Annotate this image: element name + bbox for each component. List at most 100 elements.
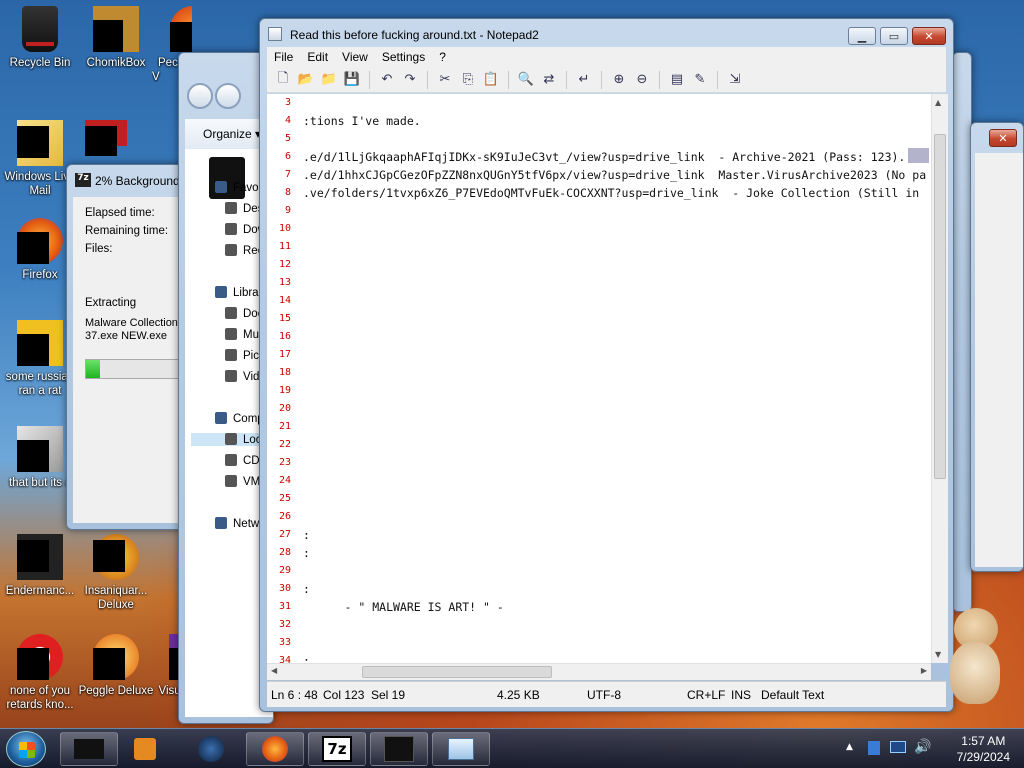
volume-icon[interactable]: 🔊 <box>914 739 931 755</box>
desktop-icon-peggle[interactable]: Peggle Deluxe <box>76 634 156 698</box>
vertical-scrollbar[interactable]: ▲ ▼ <box>931 94 948 663</box>
find-icon[interactable]: 🔍 <box>516 70 536 90</box>
exit-icon[interactable]: ⇲ <box>725 70 745 90</box>
windows-logo-icon <box>19 742 35 758</box>
nav-item[interactable]: Comp <box>215 412 264 425</box>
show-hidden-icons[interactable]: ▲ <box>846 742 853 752</box>
horizontal-scrollbar[interactable]: ◀ ▶ <box>267 663 931 680</box>
scroll-up-icon[interactable]: ▲ <box>935 98 941 107</box>
menu-help[interactable]: ? <box>432 50 453 64</box>
taskbar: 7z ▲ 🔊 1:57 AM 7/29/2024 <box>0 728 1024 768</box>
taskbar-7zip[interactable]: 7z <box>308 732 366 766</box>
taskbar-media-player[interactable] <box>120 732 170 766</box>
menu-settings[interactable]: Settings <box>375 50 432 64</box>
notepad-icon <box>448 738 474 760</box>
notepad2-window[interactable]: Read this before fucking around.txt - No… <box>259 18 954 712</box>
redo-icon[interactable]: ↷ <box>400 70 420 90</box>
scroll-down-icon[interactable]: ▼ <box>935 650 941 659</box>
close-button-right[interactable]: ✕ <box>989 129 1017 147</box>
zoom-in-icon[interactable]: ⊕ <box>609 70 629 90</box>
vertical-scroll-thumb[interactable] <box>934 134 946 479</box>
status-encoding[interactable]: UTF-8 <box>587 688 621 702</box>
line-number: 18 <box>278 367 291 378</box>
background-window-right[interactable] <box>952 52 972 612</box>
nav-group-icon <box>215 286 227 298</box>
line-number: 34 <box>278 655 291 663</box>
cut-icon[interactable]: ✂ <box>435 70 455 90</box>
menu-file[interactable]: File <box>267 50 300 64</box>
browse-icon[interactable]: 📁 <box>319 70 339 90</box>
scroll-left-icon[interactable]: ◀ <box>271 666 277 675</box>
open-folder-icon[interactable]: 📂 <box>296 70 316 90</box>
clock-date: 7/29/2024 <box>956 750 1010 764</box>
clock[interactable]: 1:57 AM 7/29/2024 <box>957 733 1010 765</box>
status-column: Col 123 <box>323 688 365 702</box>
desktop-icon-red-app[interactable] <box>76 120 136 156</box>
status-line-position: Ln 6 : 48 <box>271 688 318 702</box>
background-window-right-2[interactable]: ✕ <box>970 122 1024 572</box>
menu-view[interactable]: View <box>335 50 375 64</box>
document-icon <box>17 534 63 580</box>
files-label: Files: <box>85 243 113 255</box>
ie-icon <box>17 320 63 366</box>
organize-button[interactable]: Organize ▾ <box>203 127 261 141</box>
menu-edit[interactable]: Edit <box>300 50 335 64</box>
editor-area[interactable]: 3 4 5 6 7 8 9 10 11 12 13 14 15 16 17 18 19 20 21 22 23 24 25 2… <box>267 94 931 663</box>
horizontal-scroll-thumb[interactable] <box>362 666 552 678</box>
close-button[interactable]: ✕ <box>912 27 946 45</box>
current-file-label: Malware Collection 37.exe NEW.exe <box>85 317 178 342</box>
toolbar-separator <box>717 70 718 89</box>
start-button[interactable] <box>6 731 46 767</box>
nav-item[interactable]: Favori <box>215 181 265 194</box>
taskbar-app-globe[interactable] <box>186 732 236 766</box>
line-number: 29 <box>278 565 291 576</box>
nav-item-icon <box>225 475 237 487</box>
status-insert-mode[interactable]: INS <box>731 688 751 702</box>
undo-icon[interactable]: ↶ <box>377 70 397 90</box>
replace-icon[interactable]: ⇄ <box>539 70 559 90</box>
scroll-right-icon[interactable]: ▶ <box>921 666 927 675</box>
forward-button[interactable] <box>215 83 241 109</box>
taskbar-explorer[interactable] <box>60 732 118 766</box>
toolbar-separator <box>659 70 660 89</box>
nav-item[interactable]: Librari <box>215 286 265 299</box>
tray-app-icon[interactable] <box>868 741 880 755</box>
minimize-button[interactable]: ▁ <box>848 27 876 45</box>
scheme-icon[interactable]: ▤ <box>667 70 687 90</box>
line-number: 27 <box>278 529 291 540</box>
recycle-bin-icon <box>22 6 58 52</box>
status-bar: Ln 6 : 48 Col 123 Sel 19 4.25 KB UTF-8 C… <box>267 681 946 707</box>
sevenzip-progress-window[interactable]: 7z 2% Background Elapsed time: Remaining… <box>66 164 195 530</box>
network-icon[interactable] <box>890 741 906 753</box>
word-wrap-icon[interactable]: ↵ <box>574 70 594 90</box>
new-file-icon[interactable]: 🗋 <box>273 70 293 90</box>
back-button[interactable] <box>187 83 213 109</box>
desktop-icon-insaniquarium[interactable]: Insaniquar... Deluxe <box>76 534 156 612</box>
maximize-button[interactable]: ▭ <box>880 27 908 45</box>
zoom-out-icon[interactable]: ⊖ <box>632 70 652 90</box>
line-number: 28 <box>278 547 291 558</box>
line-number-gutter: 3 4 5 6 7 8 9 10 11 12 13 14 15 16 17 18 19 20 21 22 23 24 25 2… <box>267 94 297 663</box>
nav-item-icon <box>225 244 237 256</box>
line-number: 12 <box>278 259 291 270</box>
desktop-icon-recycle-bin[interactable]: Recycle Bin <box>0 6 80 70</box>
line-number: 16 <box>278 331 291 342</box>
status-scheme[interactable]: Default Text <box>761 688 824 702</box>
desktop-icon-none-of-you[interactable]: none of you retards kno... <box>0 634 80 712</box>
elapsed-time-label: Elapsed time: <box>85 207 155 219</box>
customize-icon[interactable]: ✎ <box>690 70 710 90</box>
notepad-title: Read this before fucking around.txt - No… <box>290 28 539 42</box>
code-line: :tions I've made. <box>303 114 421 128</box>
desktop-icon-endermanch[interactable]: Endermanc... <box>0 534 80 598</box>
paste-icon[interactable]: 📋 <box>481 70 501 90</box>
taskbar-notepad2[interactable] <box>432 732 490 766</box>
save-icon[interactable]: 💾 <box>342 70 362 90</box>
taskbar-task-manager[interactable] <box>370 732 428 766</box>
sevenzip-icon: 7z <box>75 173 91 187</box>
status-line-endings[interactable]: CR+LF <box>687 688 725 702</box>
desktop-icon-chomikbox[interactable]: ChomikBox <box>76 6 156 70</box>
taskbar-firefox[interactable] <box>246 732 304 766</box>
line-number: 13 <box>278 277 291 288</box>
firefox-icon <box>262 736 288 762</box>
copy-icon[interactable]: ⎘ <box>458 70 478 90</box>
